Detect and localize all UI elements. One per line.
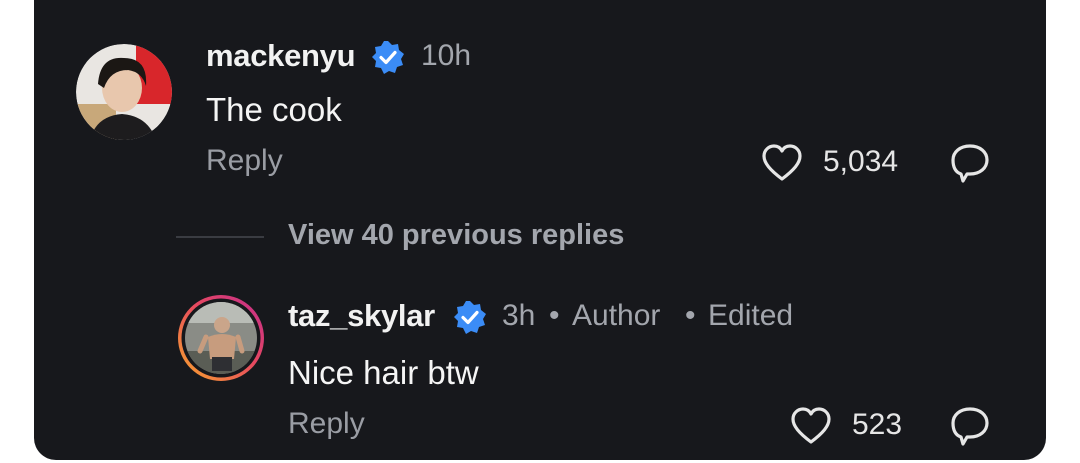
comment-like-count: 5,034: [823, 145, 899, 178]
reply-reply-button[interactable]: Reply: [288, 407, 365, 441]
author-label: Author: [572, 299, 661, 332]
mackenyu-avatar[interactable]: [76, 44, 172, 140]
meta-separator: •: [685, 299, 696, 332]
reply-text: Nice hair btw: [288, 354, 479, 391]
replies-divider-line: [176, 236, 264, 238]
comment-time: 10h: [421, 39, 472, 72]
reply-time: 3h: [502, 299, 536, 332]
comment-text: The cook: [206, 91, 342, 128]
reply-bubble-icon[interactable]: [948, 404, 992, 448]
verified-badge-icon: [372, 41, 404, 74]
view-previous-replies-button[interactable]: View 40 previous replies: [288, 219, 624, 252]
heart-icon[interactable]: [789, 406, 833, 446]
meta-separator: •: [549, 299, 560, 332]
comment-reply-button[interactable]: Reply: [206, 144, 283, 178]
verified-badge-icon: [454, 301, 486, 334]
reply-like-count: 523: [852, 408, 903, 441]
heart-icon[interactable]: [760, 143, 804, 183]
comment-username[interactable]: mackenyu: [206, 38, 356, 74]
reply-username[interactable]: taz_skylar: [288, 298, 435, 334]
taz-skylar-avatar[interactable]: [176, 293, 266, 383]
edited-label: Edited: [708, 299, 794, 332]
reply-bubble-icon[interactable]: [948, 141, 992, 185]
